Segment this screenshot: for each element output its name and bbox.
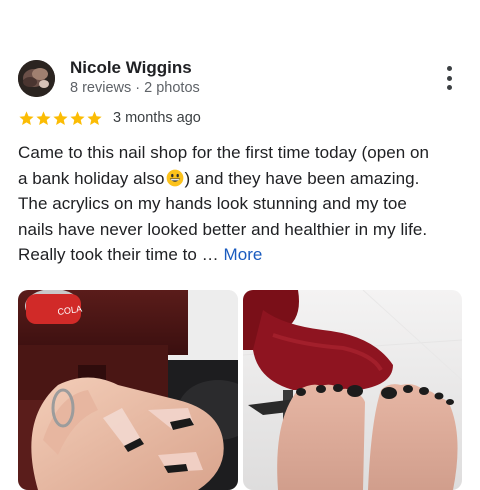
star-icon — [36, 110, 51, 125]
star-rating — [18, 110, 103, 127]
more-options-icon[interactable] — [441, 66, 457, 90]
avatar[interactable] — [18, 60, 55, 97]
review-line: a bank holiday also) and they have been … — [18, 168, 420, 188]
star-icon — [70, 110, 85, 125]
rating-row: 3 months ago — [18, 108, 201, 128]
toe-nails-photo[interactable] — [243, 290, 462, 490]
star-icon — [19, 110, 34, 125]
author-name[interactable]: Nicole Wiggins — [70, 58, 192, 78]
review-line: The acrylics on my hands look stunning a… — [18, 194, 407, 213]
star-icon — [53, 110, 68, 125]
review-line: Really took their time to … More — [18, 245, 263, 264]
more-link[interactable]: More — [223, 245, 262, 264]
star-icon — [87, 110, 102, 125]
review-text: Came to this nail shop for the first tim… — [18, 140, 468, 268]
hand-nails-photo[interactable]: COLA — [18, 290, 238, 490]
review-line: nails have never looked better and healt… — [18, 219, 428, 239]
review-line: Came to this nail shop for the first tim… — [18, 143, 430, 162]
author-meta: 8 reviews · 2 photos — [70, 80, 200, 96]
review-date: 3 months ago — [113, 110, 201, 126]
grinning-face-emoji-icon — [166, 169, 183, 186]
